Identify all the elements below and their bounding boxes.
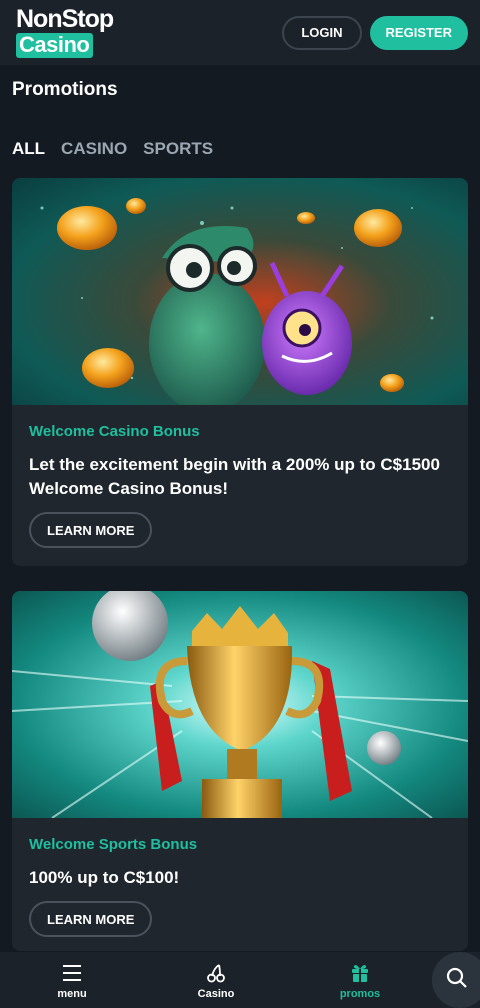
promo-description: 100% up to C$100!: [29, 868, 180, 887]
promo-category: Welcome Casino Bonus: [29, 423, 200, 440]
casino-bonus-banner-image[interactable]: [12, 178, 468, 405]
tab-all[interactable]: ALL: [12, 139, 45, 159]
nav-promos-label: promos: [339, 987, 381, 1000]
learn-more-button[interactable]: LEARN MORE: [29, 901, 153, 937]
bottom-navigation: menu Casino promos: [0, 952, 480, 1008]
nav-casino[interactable]: Casino: [171, 952, 261, 1008]
tab-casino[interactable]: CASINO: [61, 139, 127, 159]
register-button[interactable]: REGISTER: [369, 15, 468, 50]
promo-card-body: Welcome Casino Bonus Let the excitement …: [12, 423, 468, 548]
search-icon: [446, 967, 468, 994]
promo-description: Let the excitement begin with a 200% up …: [29, 455, 440, 498]
login-button[interactable]: LOGIN: [282, 15, 362, 50]
top-header: NonStop Casino LOGIN REGISTER: [0, 0, 480, 65]
auth-actions: LOGIN REGISTER: [282, 15, 468, 50]
logo-wordmark-bottom: Casino: [16, 33, 94, 58]
cherries-icon: [206, 961, 226, 985]
gift-icon: [350, 961, 370, 985]
learn-more-button[interactable]: LEARN MORE: [29, 512, 153, 548]
hamburger-icon: [62, 961, 82, 985]
promo-category: Welcome Sports Bonus: [29, 836, 198, 853]
nav-promos[interactable]: promos: [315, 952, 405, 1008]
tab-sports[interactable]: SPORTS: [143, 139, 213, 159]
sports-bonus-banner-image[interactable]: [12, 591, 468, 818]
search-button[interactable]: [432, 952, 480, 1008]
nav-menu[interactable]: menu: [27, 952, 117, 1008]
promo-card-body: Welcome Sports Bonus 100% up to C$100! L…: [12, 836, 468, 937]
nav-casino-label: Casino: [197, 987, 235, 1000]
logo-wordmark-top: NonStop: [16, 5, 114, 33]
promo-card-sports: Welcome Sports Bonus 100% up to C$100! L…: [12, 591, 468, 951]
page-title: Promotions: [12, 79, 118, 100]
promo-card-casino: Welcome Casino Bonus Let the excitement …: [12, 178, 468, 566]
nav-menu-label: menu: [57, 987, 87, 1000]
nonstop-casino-logo[interactable]: NonStop Casino: [16, 5, 114, 58]
promo-filter-tabs: ALL CASINO SPORTS: [12, 139, 213, 159]
